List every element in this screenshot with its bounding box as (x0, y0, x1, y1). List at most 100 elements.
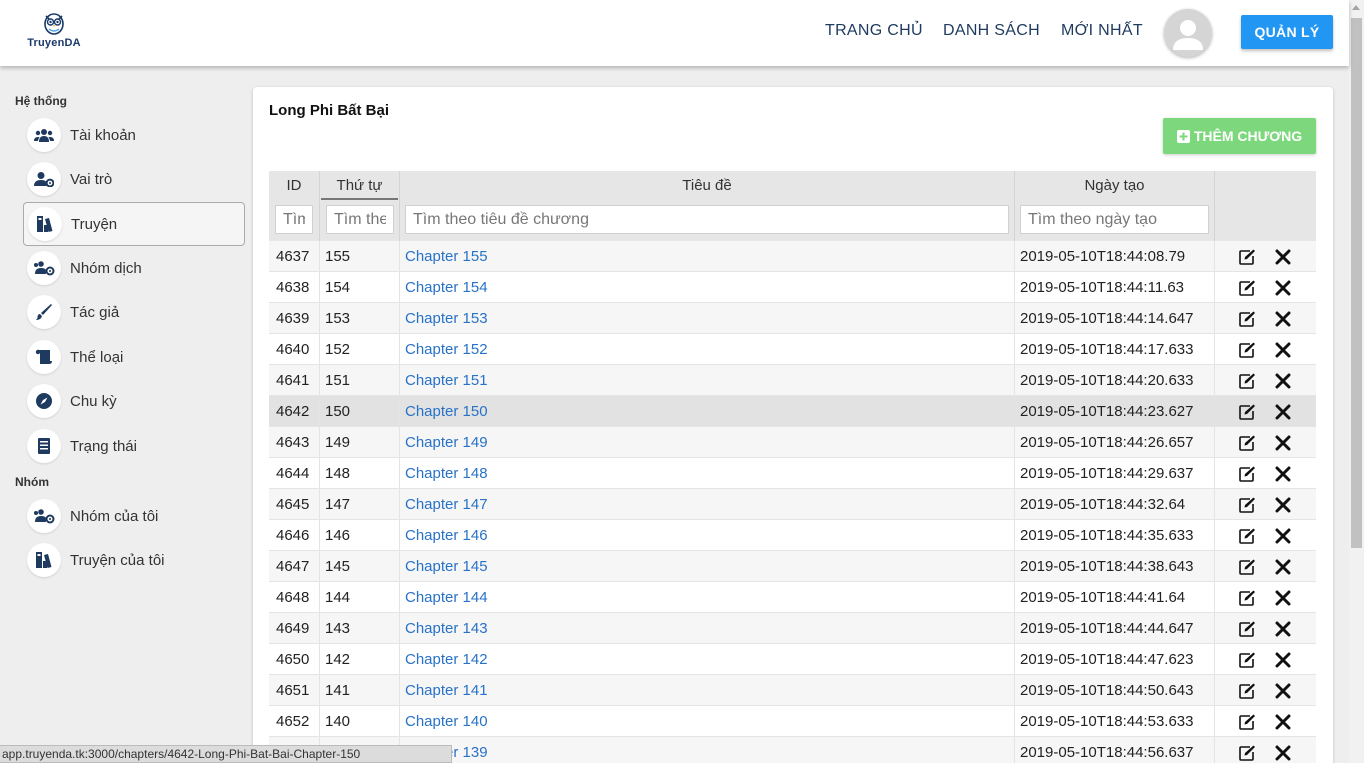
table-row[interactable]: 4650 142 Chapter 142 2019-05-10T18:44:47.62… (269, 644, 1316, 675)
browser-status-bar: app.truyenda.tk:3000/chapters/4642-Long-… (0, 745, 452, 763)
table-row[interactable]: 4644 148 Chapter 148 2019-05-10T18:44:29.63… (269, 458, 1316, 489)
edit-icon[interactable] (1237, 433, 1257, 453)
cell-order: 149 (320, 427, 400, 458)
column-order[interactable]: Thứ tự (320, 171, 400, 241)
chapter-title-link[interactable]: Chapter 140 (400, 706, 1015, 737)
table-row[interactable]: 4640 152 Chapter 152 2019-05-10T18:44:17.63… (269, 334, 1316, 365)
delete-icon[interactable] (1273, 402, 1293, 422)
chapter-title-link[interactable]: Chapter 142 (400, 644, 1015, 675)
delete-icon[interactable] (1273, 557, 1293, 577)
chapter-title-link[interactable]: Chapter 150 (400, 396, 1015, 427)
edit-icon[interactable] (1237, 526, 1257, 546)
table-row[interactable]: 4637 155 Chapter 155 2019-05-10T18:44:08.79 (269, 241, 1316, 272)
chapter-title-link[interactable]: Chapter 149 (400, 427, 1015, 458)
table-row[interactable]: 4638 154 Chapter 154 2019-05-10T18:44:11.63 (269, 272, 1316, 303)
chapter-title-link[interactable]: Chapter 154 (400, 272, 1015, 303)
scroll-thumb[interactable] (1351, 18, 1362, 548)
edit-icon[interactable] (1237, 402, 1257, 422)
delete-icon[interactable] (1273, 340, 1293, 360)
nav-list[interactable]: DANH SÁCH (943, 22, 1040, 40)
filter-id-input[interactable] (275, 205, 313, 234)
table-row[interactable]: 4642 150 Chapter 150 2019-05-10T18:44:23.62… (269, 396, 1316, 427)
sidebar-item-accounts[interactable]: Tài khoản (23, 113, 245, 157)
logo[interactable]: TruyenDA (22, 10, 86, 54)
edit-icon[interactable] (1237, 743, 1257, 763)
table-row[interactable]: 4645 147 Chapter 147 2019-05-10T18:44:32.64 (269, 489, 1316, 520)
chapter-title-link[interactable]: Chapter 152 (400, 334, 1015, 365)
table-row[interactable]: 4641 151 Chapter 151 2019-05-10T18:44:20.63… (269, 365, 1316, 396)
delete-icon[interactable] (1273, 495, 1293, 515)
scroll-up-arrow-icon[interactable] (1352, 5, 1360, 10)
add-chapter-button[interactable]: THÊM CHƯƠNG (1163, 118, 1316, 154)
delete-icon[interactable] (1273, 371, 1293, 391)
chapter-title-link[interactable]: Chapter 155 (400, 241, 1015, 272)
delete-icon[interactable] (1273, 588, 1293, 608)
column-title[interactable]: Tiêu đề (400, 171, 1015, 241)
edit-icon[interactable] (1237, 557, 1257, 577)
delete-icon[interactable] (1273, 433, 1293, 453)
edit-icon[interactable] (1237, 588, 1257, 608)
delete-icon[interactable] (1273, 247, 1293, 267)
table-row[interactable]: 4652 140 Chapter 140 2019-05-10T18:44:53.63… (269, 706, 1316, 737)
edit-icon[interactable] (1237, 340, 1257, 360)
sidebar-item-categories[interactable]: Thể loại (23, 335, 245, 379)
table-row[interactable]: 4643 149 Chapter 149 2019-05-10T18:44:26.65… (269, 427, 1316, 458)
chapter-title-link[interactable]: Chapter 144 (400, 582, 1015, 613)
sidebar-item-my-groups[interactable]: Nhóm của tôi (23, 494, 245, 538)
edit-icon[interactable] (1237, 712, 1257, 732)
sidebar-item-roles[interactable]: Vai trò (23, 157, 245, 201)
edit-icon[interactable] (1237, 464, 1257, 484)
chapter-title-link[interactable]: Chapter 139 (400, 737, 1015, 763)
table-row[interactable]: 4651 141 Chapter 141 2019-05-10T18:44:50.64… (269, 675, 1316, 706)
filter-order-input[interactable] (326, 205, 394, 234)
delete-icon[interactable] (1273, 681, 1293, 701)
delete-icon[interactable] (1273, 619, 1293, 639)
sidebar-item-stories[interactable]: Truyện (23, 202, 245, 246)
delete-icon[interactable] (1273, 526, 1293, 546)
sidebar-item-authors[interactable]: Tác giả (23, 290, 245, 334)
chapter-title-link[interactable]: Chapter 141 (400, 675, 1015, 706)
delete-icon[interactable] (1273, 650, 1293, 670)
chapter-title-link[interactable]: Chapter 151 (400, 365, 1015, 396)
page-scrollbar[interactable] (1349, 0, 1364, 763)
chapter-title-link[interactable]: Chapter 147 (400, 489, 1015, 520)
column-created[interactable]: Ngày tạo (1015, 171, 1215, 241)
chapter-title-link[interactable]: Chapter 145 (400, 551, 1015, 582)
chapter-title-link[interactable]: Chapter 148 (400, 458, 1015, 489)
cell-order: 143 (320, 613, 400, 644)
manage-button[interactable]: QUẢN LÝ (1241, 15, 1333, 49)
chapter-title-link[interactable]: Chapter 153 (400, 303, 1015, 334)
nav-home[interactable]: TRANG CHỦ (825, 22, 923, 40)
table-row[interactable]: 4648 144 Chapter 144 2019-05-10T18:44:41.64 (269, 582, 1316, 613)
sidebar-item-my-stories[interactable]: Truyện của tôi (23, 538, 245, 582)
edit-icon[interactable] (1237, 371, 1257, 391)
table-row[interactable]: 4647 145 Chapter 145 2019-05-10T18:44:38.64… (269, 551, 1316, 582)
table-row[interactable]: 4646 146 Chapter 146 2019-05-10T18:44:35.63… (269, 520, 1316, 551)
delete-icon[interactable] (1273, 743, 1293, 763)
edit-icon[interactable] (1237, 619, 1257, 639)
nav-latest[interactable]: MỚI NHẤT (1061, 22, 1143, 40)
cell-id: 4649 (269, 613, 320, 644)
sidebar-item-status[interactable]: Trạng thái (23, 424, 245, 468)
edit-icon[interactable] (1237, 309, 1257, 329)
chapter-title-link[interactable]: Chapter 146 (400, 520, 1015, 551)
chapter-title-link[interactable]: Chapter 143 (400, 613, 1015, 644)
column-id[interactable]: ID (269, 171, 320, 241)
sidebar-item-cycles[interactable]: Chu kỳ (23, 379, 245, 423)
table-row[interactable]: 4649 143 Chapter 143 2019-05-10T18:44:44.64… (269, 613, 1316, 644)
delete-icon[interactable] (1273, 464, 1293, 484)
delete-icon[interactable] (1273, 712, 1293, 732)
filter-created-input[interactable] (1020, 205, 1209, 234)
edit-icon[interactable] (1237, 650, 1257, 670)
delete-icon[interactable] (1273, 309, 1293, 329)
filter-title-input[interactable] (405, 205, 1009, 234)
edit-icon[interactable] (1237, 278, 1257, 298)
edit-icon[interactable] (1237, 495, 1257, 515)
avatar[interactable] (1164, 9, 1212, 57)
delete-icon[interactable] (1273, 278, 1293, 298)
edit-icon[interactable] (1237, 247, 1257, 267)
table-row[interactable]: 4639 153 Chapter 153 2019-05-10T18:44:14.64… (269, 303, 1316, 334)
sidebar-item-translation-groups[interactable]: Nhóm dịch (23, 246, 245, 290)
cell-id: 4639 (269, 303, 320, 334)
edit-icon[interactable] (1237, 681, 1257, 701)
